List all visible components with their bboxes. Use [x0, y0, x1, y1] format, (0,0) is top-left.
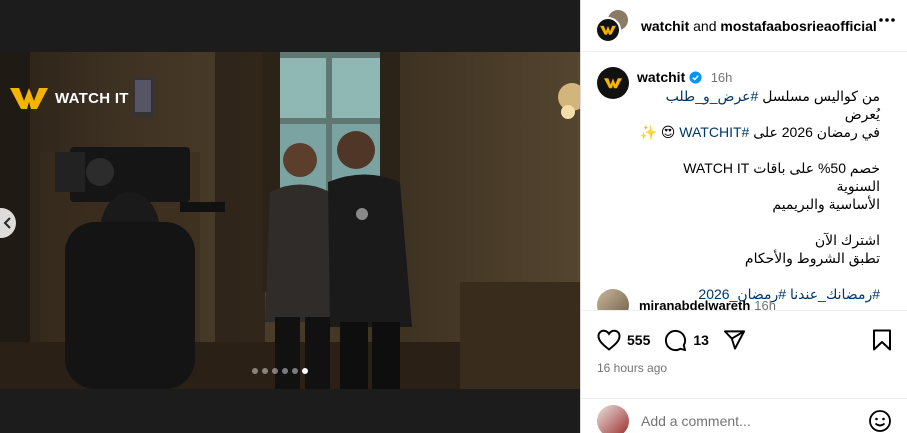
slide-dot — [272, 368, 278, 374]
caption-text: من كواليس مسلسل #عرض_و_طلب يُعرض في رمضا… — [637, 87, 880, 303]
hashtag-link[interactable]: #WATCHIT — [679, 124, 749, 140]
watch-it-logo-icon — [604, 78, 622, 89]
verified-badge-icon — [689, 70, 702, 84]
caption-username[interactable]: watchit — [637, 69, 702, 85]
like-count[interactable]: 555 — [627, 332, 650, 348]
author-link-watchit[interactable]: watchit — [641, 18, 689, 34]
slide-dot — [292, 368, 298, 374]
slide-dot-active — [302, 368, 308, 374]
add-comment-input[interactable] — [641, 413, 868, 429]
like-button[interactable]: 555 — [597, 329, 650, 351]
slide-dot — [282, 368, 288, 374]
collab-avatars[interactable] — [595, 8, 629, 43]
watch-it-logo-icon — [10, 88, 48, 109]
comment-composer — [581, 398, 907, 433]
bookmark-icon[interactable] — [872, 329, 892, 351]
comment-bubble-icon — [665, 329, 687, 351]
avatar-watchit — [595, 16, 621, 43]
caption-line: اشترك الآن — [814, 232, 880, 248]
hashtag-link[interactable]: #عرض_و_طلب — [666, 88, 759, 104]
emoji-icon[interactable] — [868, 409, 892, 433]
caption-line: خصم 50% على باقات WATCH IT السنوية — [683, 160, 880, 194]
watch-it-logo-icon — [600, 25, 616, 35]
watch-it-watermark: WATCH IT — [10, 86, 129, 110]
share-button[interactable] — [723, 329, 746, 351]
caption-body: watchit 16h من كواليس مسلسل #عرض_و_طلب ي… — [637, 67, 892, 303]
comment-avatar[interactable] — [597, 289, 629, 310]
slide-dot — [252, 368, 258, 374]
slide-indicator — [252, 368, 308, 374]
chevron-left-icon — [3, 217, 11, 229]
share-plane-icon — [723, 330, 745, 350]
author-link-mostafaabosrieaofficial[interactable]: mostafaabosrieaofficial — [720, 18, 876, 34]
caption-username-text[interactable]: watchit — [637, 69, 685, 85]
comment-username[interactable]: miranabdelwareth — [639, 298, 750, 311]
caption-time[interactable]: 16h — [711, 70, 733, 85]
post-header: watchit and mostafaabosrieaofficial — [581, 0, 907, 52]
caption-text-span: يُعرض — [844, 106, 880, 122]
comment-item: miranabdelwareth 16h — [581, 289, 792, 310]
action-row: 555 13 — [581, 311, 907, 355]
current-user-avatar — [597, 405, 629, 433]
slide-dot — [262, 368, 268, 374]
caption-line: في رمضان 2026 على #WATCHIT 😍 ✨ — [637, 123, 880, 141]
caption-line: تطبق الشروط والأحكام — [744, 250, 880, 266]
comment-count[interactable]: 13 — [693, 332, 709, 348]
caption-text-span: 😍 ✨ — [639, 124, 680, 140]
caption-text-span: من كواليس مسلسل — [758, 88, 880, 104]
caption-line: الأساسية والبريميم — [772, 196, 880, 212]
media-pane: WATCH IT — [0, 0, 580, 433]
caption: watchit 16h من كواليس مسلسل #عرض_و_طلب ي… — [581, 53, 907, 303]
post-actions: 555 13 16 hours ago — [581, 310, 907, 400]
post-authors: watchit and mostafaabosrieaofficial — [641, 18, 877, 34]
comment-button[interactable]: 13 — [664, 329, 709, 352]
comments-scroll[interactable]: watchit 16h من كواليس مسلسل #عرض_و_طلب ي… — [581, 53, 907, 310]
heart-icon — [597, 329, 621, 351]
caption-text-span: في رمضان 2026 على — [749, 124, 880, 140]
and-text: and — [693, 17, 717, 34]
comment-time[interactable]: 16h — [754, 298, 776, 311]
post-time-ago[interactable]: 16 hours ago — [581, 355, 907, 375]
watermark-text: WATCH IT — [55, 89, 129, 107]
post-dialog: WATCH IT watchit and mostafaabosrieaoffi… — [0, 0, 907, 433]
caption-avatar[interactable] — [597, 67, 629, 99]
more-options-icon[interactable] — [879, 18, 895, 22]
caption-line: من كواليس مسلسل #عرض_و_طلب يُعرض — [637, 87, 880, 123]
post-side-pane: watchit and mostafaabosrieaofficial watc… — [580, 0, 907, 433]
